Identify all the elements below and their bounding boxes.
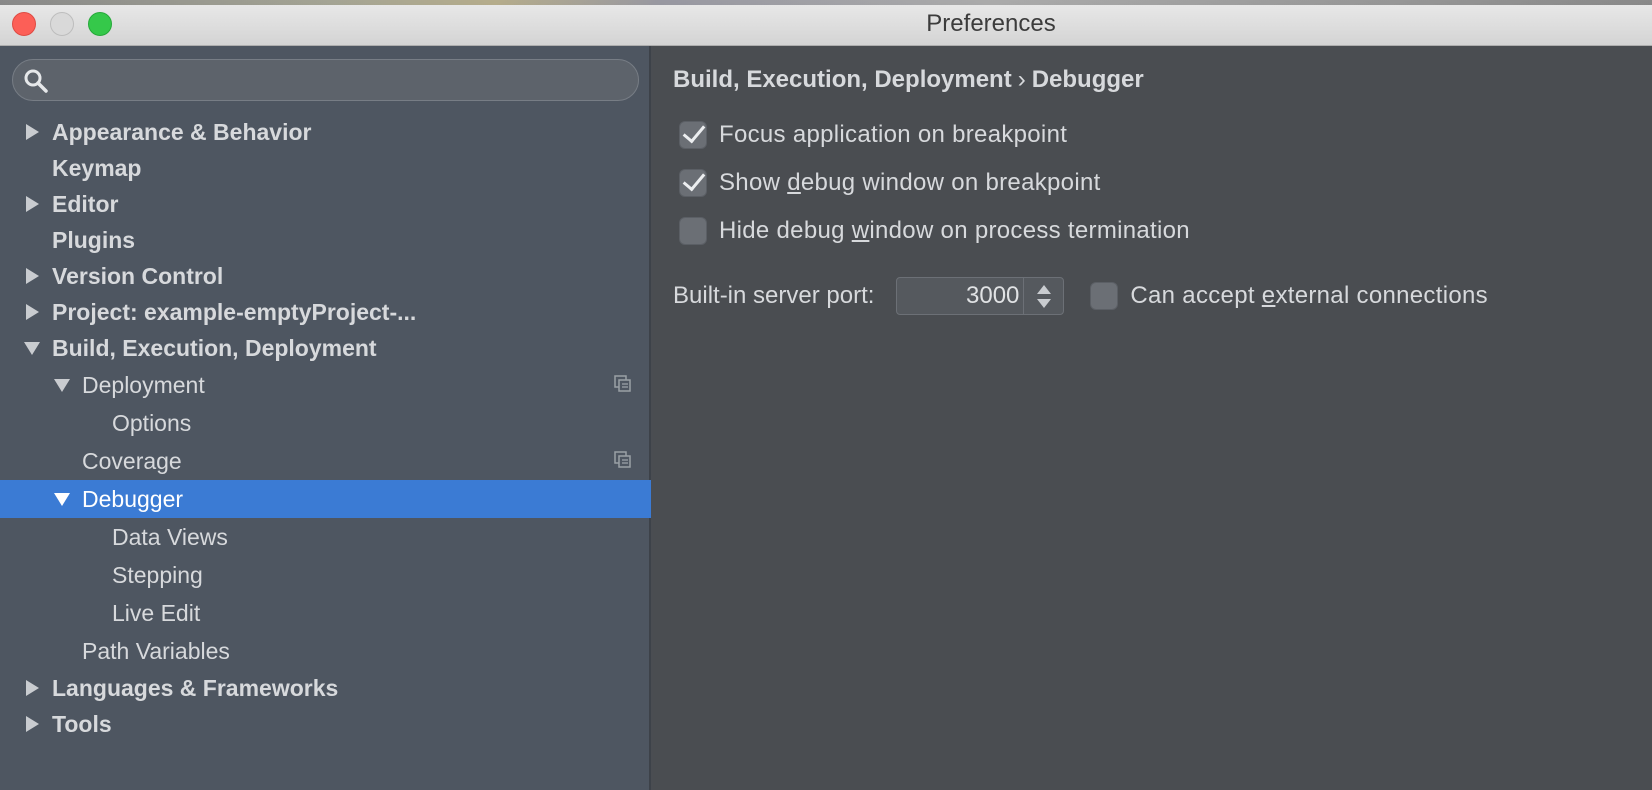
hide-debug-window-checkbox[interactable] bbox=[679, 217, 707, 245]
collapse-arrow-icon[interactable] bbox=[52, 366, 72, 404]
breadcrumb: Build, Execution, Deployment › Debugger bbox=[673, 66, 1144, 94]
project-level-icon bbox=[614, 375, 631, 392]
tree-item-debugger[interactable]: Debugger bbox=[0, 480, 651, 518]
server-port-input[interactable] bbox=[897, 279, 1024, 313]
tree-item-path-variables[interactable]: Path Variables bbox=[0, 632, 651, 670]
focus-application-option[interactable]: Focus application on breakpoint bbox=[679, 118, 1067, 152]
expand-arrow-icon[interactable] bbox=[22, 706, 42, 742]
external-connections-checkbox[interactable] bbox=[1090, 282, 1119, 310]
tree-item-project[interactable]: Project: example-emptyProject-... bbox=[0, 294, 651, 330]
expand-arrow-icon[interactable] bbox=[22, 670, 42, 706]
label-text: indow on process termination bbox=[869, 217, 1190, 244]
settings-tree: Appearance & Behavior Keymap Editor Plug… bbox=[0, 114, 651, 742]
debugger-settings-panel: Build, Execution, Deployment › Debugger Fo… bbox=[653, 46, 1652, 790]
tree-item-label: Path Variables bbox=[82, 638, 230, 664]
tree-item-label: Keymap bbox=[52, 155, 142, 181]
server-port-row: Built-in server port: Can accept externa… bbox=[673, 276, 1488, 316]
server-port-spinner[interactable] bbox=[896, 277, 1065, 315]
tree-item-languages-frameworks[interactable]: Languages & Frameworks bbox=[0, 670, 651, 706]
tree-item-label: Tools bbox=[52, 711, 112, 737]
project-level-icon bbox=[614, 451, 631, 468]
search-icon bbox=[24, 69, 48, 93]
title-bar-edge bbox=[0, 0, 1652, 5]
hide-debug-window-label: Hide debug window on process termination bbox=[719, 217, 1190, 245]
tree-item-version-control[interactable]: Version Control bbox=[0, 258, 651, 294]
mnemonic-letter: e bbox=[1261, 282, 1276, 309]
tree-item-label: Debugger bbox=[82, 486, 184, 512]
breadcrumb-current: Debugger bbox=[1031, 66, 1144, 93]
label-text: xternal connections bbox=[1275, 282, 1488, 309]
tree-item-coverage[interactable]: Coverage bbox=[0, 442, 651, 480]
title-bar: Preferences bbox=[0, 0, 1652, 46]
focus-application-label: Focus application on breakpoint bbox=[719, 121, 1068, 148]
tree-item-data-views[interactable]: Data Views bbox=[0, 518, 651, 556]
spinner-arrows[interactable] bbox=[1023, 278, 1063, 314]
tree-item-keymap[interactable]: Keymap bbox=[0, 150, 651, 186]
server-port-label: Built-in server port: bbox=[673, 282, 875, 309]
collapse-arrow-icon[interactable] bbox=[52, 480, 72, 518]
expand-arrow-icon[interactable] bbox=[22, 114, 42, 150]
tree-item-label: Options bbox=[112, 410, 192, 436]
breadcrumb-separator: › bbox=[1017, 66, 1026, 93]
collapse-arrow-icon[interactable] bbox=[22, 330, 42, 366]
settings-search[interactable] bbox=[12, 59, 639, 101]
focus-application-checkbox[interactable] bbox=[679, 121, 707, 149]
tree-item-label: Stepping bbox=[112, 562, 203, 588]
tree-item-label: Project: example-emptyProject-... bbox=[52, 299, 417, 325]
tree-item-live-edit[interactable]: Live Edit bbox=[0, 594, 651, 632]
expand-arrow-icon[interactable] bbox=[22, 258, 42, 294]
tree-item-appearance-behavior[interactable]: Appearance & Behavior bbox=[0, 114, 651, 150]
show-debug-window-label: Show debug window on breakpoint bbox=[719, 169, 1101, 197]
search-input[interactable] bbox=[57, 66, 627, 94]
expand-arrow-icon[interactable] bbox=[22, 186, 42, 222]
tree-item-label: Editor bbox=[52, 191, 119, 217]
tree-item-deployment[interactable]: Deployment bbox=[0, 366, 651, 404]
tree-item-label: Deployment bbox=[82, 372, 205, 398]
label-text: Hide debug bbox=[719, 217, 852, 244]
tree-item-label: Build, Execution, Deployment bbox=[52, 335, 377, 361]
tree-item-label: Coverage bbox=[82, 448, 182, 474]
tree-item-plugins[interactable]: Plugins bbox=[0, 222, 651, 258]
breadcrumb-parent: Build, Execution, Deployment bbox=[673, 66, 1012, 93]
show-debug-window-checkbox[interactable] bbox=[679, 169, 707, 197]
hide-debug-window-option[interactable]: Hide debug window on process termination bbox=[679, 214, 1190, 248]
external-connections-label: Can accept external connections bbox=[1130, 282, 1488, 310]
tree-item-options[interactable]: Options bbox=[0, 404, 651, 442]
tree-item-stepping[interactable]: Stepping bbox=[0, 556, 651, 594]
tree-item-label: Plugins bbox=[52, 227, 136, 253]
window-title: Preferences bbox=[926, 10, 1056, 37]
expand-arrow-icon[interactable] bbox=[22, 294, 42, 330]
tree-item-label: Data Views bbox=[112, 524, 228, 550]
tree-item-build-execution-deployment[interactable]: Build, Execution, Deployment bbox=[0, 330, 651, 366]
label-text: ebug window on breakpoint bbox=[800, 169, 1101, 196]
tree-item-label: Version Control bbox=[52, 263, 224, 289]
mnemonic-letter: w bbox=[851, 217, 870, 244]
settings-sidebar: Appearance & Behavior Keymap Editor Plug… bbox=[0, 46, 651, 790]
mnemonic-letter: d bbox=[787, 169, 801, 196]
label-text: Show bbox=[719, 169, 788, 196]
show-debug-window-option[interactable]: Show debug window on breakpoint bbox=[679, 166, 1101, 200]
increment-arrow-icon[interactable] bbox=[1036, 284, 1051, 294]
tree-item-label: Languages & Frameworks bbox=[52, 675, 339, 701]
tree-item-editor[interactable]: Editor bbox=[0, 186, 651, 222]
label-text: Can accept bbox=[1130, 282, 1262, 309]
tree-item-label: Appearance & Behavior bbox=[52, 119, 312, 145]
decrement-arrow-icon[interactable] bbox=[1036, 298, 1051, 308]
tree-item-tools[interactable]: Tools bbox=[0, 706, 651, 742]
tree-item-label: Live Edit bbox=[112, 600, 201, 626]
external-connections-option[interactable]: Can accept external connections bbox=[1090, 282, 1488, 310]
